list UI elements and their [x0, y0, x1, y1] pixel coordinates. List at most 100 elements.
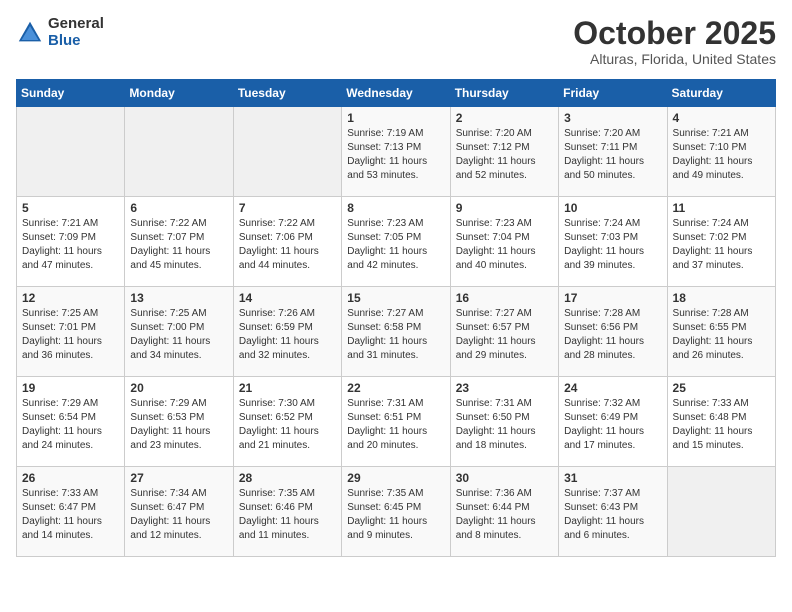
day-info: Sunrise: 7:20 AM Sunset: 7:11 PM Dayligh… [564, 127, 661, 183]
day-info: Sunrise: 7:35 AM Sunset: 6:46 PM Dayligh… [239, 487, 336, 543]
day-number: 18 [673, 291, 770, 305]
day-info: Sunrise: 7:33 AM Sunset: 6:47 PM Dayligh… [22, 487, 119, 543]
calendar-cell: 14Sunrise: 7:26 AM Sunset: 6:59 PM Dayli… [233, 287, 341, 377]
day-number: 16 [456, 291, 553, 305]
calendar-cell: 12Sunrise: 7:25 AM Sunset: 7:01 PM Dayli… [17, 287, 125, 377]
calendar-cell: 13Sunrise: 7:25 AM Sunset: 7:00 PM Dayli… [125, 287, 233, 377]
day-number: 14 [239, 291, 336, 305]
day-info: Sunrise: 7:29 AM Sunset: 6:53 PM Dayligh… [130, 397, 227, 453]
logo-blue-text: Blue [48, 33, 104, 50]
calendar-cell: 9 Sunrise: 7:23 AM Sunset: 7:04 PM Daylig… [450, 197, 558, 287]
month-title: October 2025 [573, 16, 776, 51]
week-row-4: 19Sunrise: 7:29 AM Sunset: 6:54 PM Dayli… [17, 377, 776, 467]
day-number: 10 [564, 201, 661, 215]
header-wednesday: Wednesday [342, 80, 450, 107]
day-info: Sunrise: 7:31 AM Sunset: 6:51 PM Dayligh… [347, 397, 444, 453]
calendar-cell: 29 Sunrise: 7:35 AM Sunset: 6:45 PM Dayli… [342, 467, 450, 557]
calendar-cell: 25 Sunrise: 7:33 AM Sunset: 6:48 PM Dayli… [667, 377, 775, 467]
calendar-cell: 18 Sunrise: 7:28 AM Sunset: 6:55 PM Dayli… [667, 287, 775, 377]
day-info: Sunrise: 7:27 AM Sunset: 6:58 PM Dayligh… [347, 307, 444, 363]
calendar-body: 1 Sunrise: 7:19 AM Sunset: 7:13 PM Daylig… [17, 107, 776, 557]
day-number: 25 [673, 381, 770, 395]
day-number: 8 [347, 201, 444, 215]
day-info: Sunrise: 7:27 AM Sunset: 6:57 PM Dayligh… [456, 307, 553, 363]
calendar-cell: 30 Sunrise: 7:36 AM Sunset: 6:44 PM Dayli… [450, 467, 558, 557]
day-info: Sunrise: 7:19 AM Sunset: 7:13 PM Dayligh… [347, 127, 444, 183]
calendar-cell: 28 Sunrise: 7:35 AM Sunset: 6:46 PM Dayli… [233, 467, 341, 557]
calendar-cell: 23 Sunrise: 7:31 AM Sunset: 6:50 PM Dayli… [450, 377, 558, 467]
day-info: Sunrise: 7:29 AM Sunset: 6:54 PM Dayligh… [22, 397, 119, 453]
day-info: Sunrise: 7:21 AM Sunset: 7:10 PM Dayligh… [673, 127, 770, 183]
day-number: 9 [456, 201, 553, 215]
calendar-cell: 27 Sunrise: 7:34 AM Sunset: 6:47 PM Dayli… [125, 467, 233, 557]
calendar-cell: 16 Sunrise: 7:27 AM Sunset: 6:57 PM Dayli… [450, 287, 558, 377]
day-info: Sunrise: 7:25 AM Sunset: 7:01 PM Dayligh… [22, 307, 119, 363]
day-number: 5 [22, 201, 119, 215]
day-info: Sunrise: 7:23 AM Sunset: 7:04 PM Dayligh… [456, 217, 553, 273]
calendar-cell: 7 Sunrise: 7:22 AM Sunset: 7:06 PM Daylig… [233, 197, 341, 287]
day-info: Sunrise: 7:20 AM Sunset: 7:12 PM Dayligh… [456, 127, 553, 183]
calendar-cell: 5 Sunrise: 7:21 AM Sunset: 7:09 PM Daylig… [17, 197, 125, 287]
calendar-cell: 4Sunrise: 7:21 AM Sunset: 7:10 PM Daylig… [667, 107, 775, 197]
calendar-cell [17, 107, 125, 197]
header-sunday: Sunday [17, 80, 125, 107]
day-number: 28 [239, 471, 336, 485]
day-info: Sunrise: 7:32 AM Sunset: 6:49 PM Dayligh… [564, 397, 661, 453]
page-header: General Blue October 2025 Alturas, Flori… [16, 16, 776, 67]
header-friday: Friday [559, 80, 667, 107]
day-number: 23 [456, 381, 553, 395]
calendar-cell: 17 Sunrise: 7:28 AM Sunset: 6:56 PM Dayli… [559, 287, 667, 377]
day-number: 6 [130, 201, 227, 215]
day-number: 7 [239, 201, 336, 215]
day-number: 22 [347, 381, 444, 395]
day-info: Sunrise: 7:37 AM Sunset: 6:43 PM Dayligh… [564, 487, 661, 543]
day-number: 2 [456, 111, 553, 125]
day-info: Sunrise: 7:24 AM Sunset: 7:02 PM Dayligh… [673, 217, 770, 273]
day-number: 13 [130, 291, 227, 305]
day-number: 31 [564, 471, 661, 485]
day-number: 3 [564, 111, 661, 125]
calendar-header: SundayMondayTuesdayWednesdayThursdayFrid… [17, 80, 776, 107]
day-number: 1 [347, 111, 444, 125]
day-info: Sunrise: 7:33 AM Sunset: 6:48 PM Dayligh… [673, 397, 770, 453]
day-number: 30 [456, 471, 553, 485]
logo-general-text: General [48, 16, 104, 33]
calendar-cell: 1 Sunrise: 7:19 AM Sunset: 7:13 PM Daylig… [342, 107, 450, 197]
calendar-cell: 11 Sunrise: 7:24 AM Sunset: 7:02 PM Dayli… [667, 197, 775, 287]
day-info: Sunrise: 7:36 AM Sunset: 6:44 PM Dayligh… [456, 487, 553, 543]
day-number: 17 [564, 291, 661, 305]
calendar-table: SundayMondayTuesdayWednesdayThursdayFrid… [16, 79, 776, 557]
calendar-cell: 3 Sunrise: 7:20 AM Sunset: 7:11 PM Daylig… [559, 107, 667, 197]
day-info: Sunrise: 7:22 AM Sunset: 7:06 PM Dayligh… [239, 217, 336, 273]
day-number: 29 [347, 471, 444, 485]
calendar-cell: 24Sunrise: 7:32 AM Sunset: 6:49 PM Dayli… [559, 377, 667, 467]
calendar-cell: 20 Sunrise: 7:29 AM Sunset: 6:53 PM Dayli… [125, 377, 233, 467]
calendar-cell [125, 107, 233, 197]
header-tuesday: Tuesday [233, 80, 341, 107]
day-info: Sunrise: 7:35 AM Sunset: 6:45 PM Dayligh… [347, 487, 444, 543]
calendar-cell: 6Sunrise: 7:22 AM Sunset: 7:07 PM Daylig… [125, 197, 233, 287]
calendar-cell: 19Sunrise: 7:29 AM Sunset: 6:54 PM Dayli… [17, 377, 125, 467]
day-info: Sunrise: 7:23 AM Sunset: 7:05 PM Dayligh… [347, 217, 444, 273]
day-number: 27 [130, 471, 227, 485]
calendar-cell: 10 Sunrise: 7:24 AM Sunset: 7:03 PM Dayli… [559, 197, 667, 287]
calendar-cell [233, 107, 341, 197]
day-number: 26 [22, 471, 119, 485]
day-info: Sunrise: 7:24 AM Sunset: 7:03 PM Dayligh… [564, 217, 661, 273]
calendar-cell: 31 Sunrise: 7:37 AM Sunset: 6:43 PM Dayli… [559, 467, 667, 557]
calendar-cell: 8 Sunrise: 7:23 AM Sunset: 7:05 PM Daylig… [342, 197, 450, 287]
day-number: 21 [239, 381, 336, 395]
day-info: Sunrise: 7:28 AM Sunset: 6:55 PM Dayligh… [673, 307, 770, 363]
calendar-cell: 26 Sunrise: 7:33 AM Sunset: 6:47 PM Dayli… [17, 467, 125, 557]
logo: General Blue [16, 16, 104, 49]
day-number: 11 [673, 201, 770, 215]
calendar-cell [667, 467, 775, 557]
header-monday: Monday [125, 80, 233, 107]
day-info: Sunrise: 7:34 AM Sunset: 6:47 PM Dayligh… [130, 487, 227, 543]
day-number: 20 [130, 381, 227, 395]
day-info: Sunrise: 7:31 AM Sunset: 6:50 PM Dayligh… [456, 397, 553, 453]
header-thursday: Thursday [450, 80, 558, 107]
day-info: Sunrise: 7:21 AM Sunset: 7:09 PM Dayligh… [22, 217, 119, 273]
day-info: Sunrise: 7:28 AM Sunset: 6:56 PM Dayligh… [564, 307, 661, 363]
calendar-cell: 22 Sunrise: 7:31 AM Sunset: 6:51 PM Dayli… [342, 377, 450, 467]
